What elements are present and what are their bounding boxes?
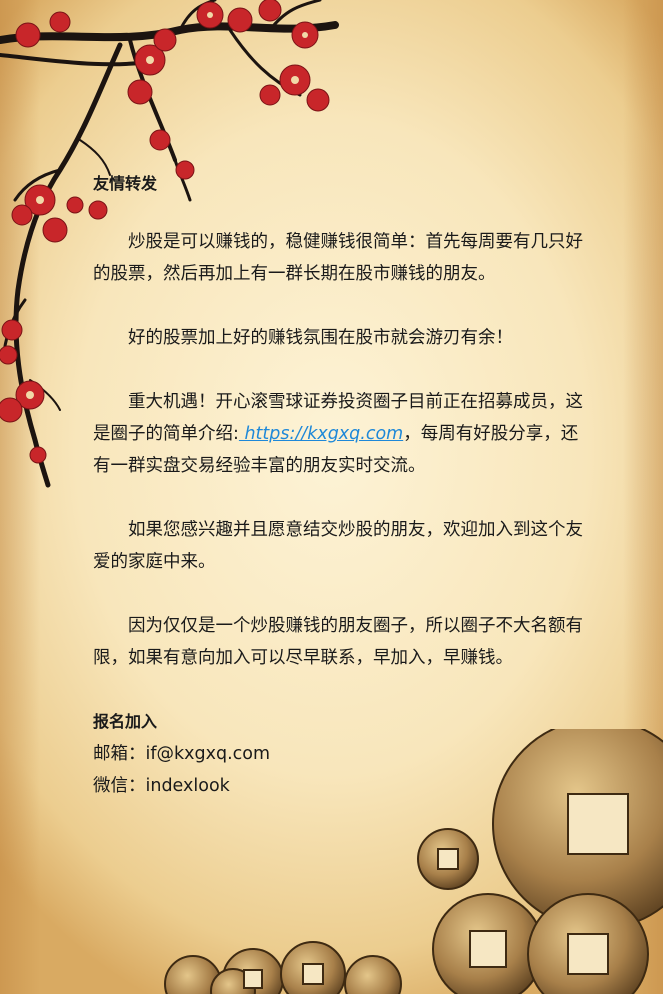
article-body: 友情转发 炒股是可以赚钱的，稳健赚钱很简单：首先每周要有几只好的股票，然后再加上… (93, 168, 583, 802)
signup-wechat: 微信：indexlook (93, 776, 230, 796)
section-heading: 友情转发 (93, 174, 158, 193)
paragraph-3: 重大机遇！开心滚雪球证券投资圈子目前正在招募成员，这是圈子的简单介绍: http… (93, 386, 583, 482)
paper-edge-left (0, 0, 40, 994)
paper-edge-right (623, 0, 663, 994)
paragraph-5: 因为仅仅是一个炒股赚钱的朋友圈子，所以圈子不大名额有限，如果有意向加入可以尽早联… (93, 616, 583, 668)
signup-email: 邮箱：if@kxgxq.com (93, 744, 271, 764)
paragraph-2: 好的股票加上好的赚钱氛围在股市就会游刃有余！ (128, 328, 513, 348)
paragraph-1: 炒股是可以赚钱的，稳健赚钱很简单：首先每周要有几只好的股票，然后再加上有一群长期… (93, 232, 583, 284)
signup-title: 报名加入 (93, 712, 158, 731)
paragraph-4: 如果您感兴趣并且愿意结交炒股的朋友，欢迎加入到这个友爱的家庭中来。 (93, 520, 583, 572)
kxgxq-link[interactable]: https://kxgxq.com (239, 424, 403, 444)
